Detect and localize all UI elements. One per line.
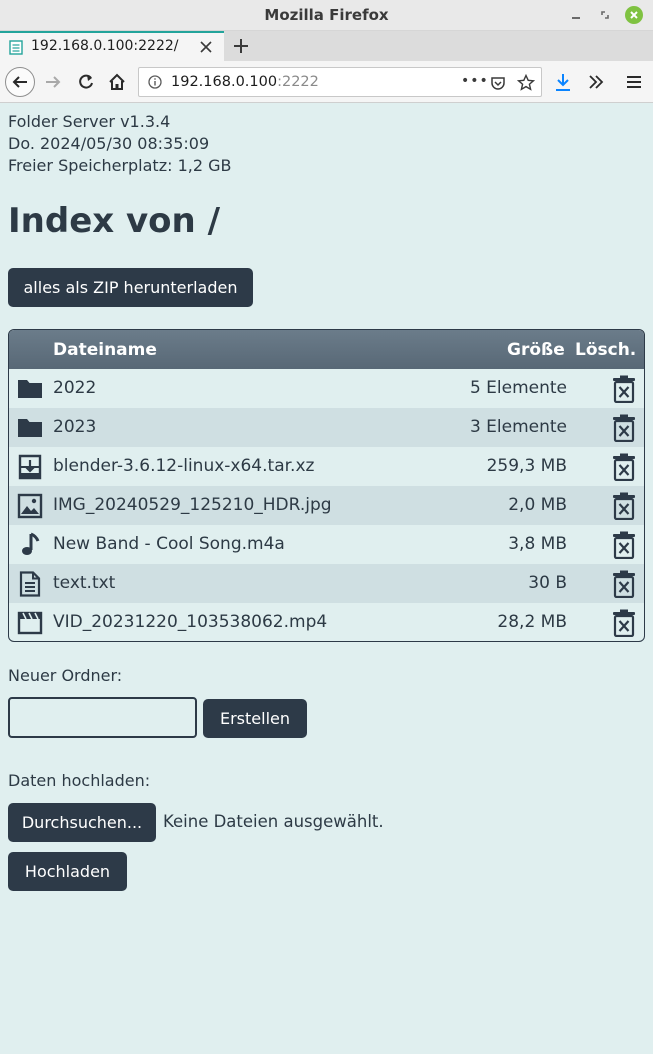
file-name-link[interactable]: VID_20231220_103538062.mp4: [53, 612, 327, 632]
no-file-selected-text: Keine Dateien ausgewählt.: [163, 812, 384, 831]
table-row[interactable]: 2022 5 Elemente: [9, 369, 644, 408]
close-window-button[interactable]: [625, 6, 643, 24]
reload-icon: [79, 74, 93, 89]
table-row[interactable]: blender-3.6.12-linux-x64.tar.xz 259,3 MB: [9, 447, 644, 486]
free-space: Freier Speicherplatz: 1,2 GB: [8, 156, 232, 175]
file-name-link[interactable]: IMG_20240529_125210_HDR.jpg: [53, 495, 332, 515]
pocket-icon[interactable]: [490, 75, 506, 91]
table-row[interactable]: VID_20231220_103538062.mp4 28,2 MB: [9, 603, 644, 641]
window-title: Mozilla Firefox: [264, 6, 389, 24]
page-favicon-icon: [9, 40, 23, 55]
table-row[interactable]: IMG_20240529_125210_HDR.jpg 2,0 MB: [9, 486, 644, 525]
trash-icon[interactable]: [612, 492, 636, 520]
browse-files-button[interactable]: Durchsuchen...: [8, 803, 156, 842]
navigation-toolbar: 192.168.0.100:2222 •••: [0, 61, 653, 103]
server-name: Folder Server v1.3.4: [8, 112, 171, 131]
close-icon: [630, 11, 638, 19]
trash-icon[interactable]: [612, 453, 636, 481]
trash-icon[interactable]: [612, 570, 636, 598]
tab-label: 192.168.0.100:2222/: [31, 38, 179, 54]
trash-icon[interactable]: [612, 414, 636, 442]
maximize-icon: [601, 11, 609, 19]
folder-icon: [18, 380, 42, 398]
create-folder-button[interactable]: Erstellen: [203, 699, 307, 738]
minimize-icon: [572, 17, 580, 19]
file-size: 30 B: [528, 573, 567, 593]
file-name-link[interactable]: 2022: [53, 378, 96, 398]
home-icon: [109, 73, 125, 90]
file-name-link[interactable]: blender-3.6.12-linux-x64.tar.xz: [53, 456, 314, 476]
music-note-icon: [22, 532, 40, 555]
table-header: Dateiname Größe Lösch.: [9, 330, 644, 369]
file-name-link[interactable]: New Band - Cool Song.m4a: [53, 534, 285, 554]
file-size: 3,8 MB: [508, 534, 567, 554]
page-content: Folder Server v1.3.4 Do. 2024/05/30 08:3…: [0, 103, 653, 1054]
archive-icon: [18, 454, 42, 480]
text-file-icon: [19, 571, 41, 597]
forward-arrow-icon: [46, 76, 61, 88]
trash-icon[interactable]: [612, 609, 636, 637]
reload-button[interactable]: [71, 67, 101, 97]
file-size: 3 Elemente: [469, 417, 567, 437]
upload-label: Daten hochladen:: [8, 771, 151, 790]
url-text: 192.168.0.100:2222: [171, 74, 319, 90]
download-icon[interactable]: [554, 73, 572, 93]
download-zip-button[interactable]: alles als ZIP herunterladen: [8, 268, 253, 307]
overflow-chevron-icon[interactable]: [587, 74, 605, 90]
maximize-button[interactable]: [596, 6, 614, 24]
video-icon: [17, 611, 43, 635]
file-size: 259,3 MB: [486, 456, 567, 476]
url-host: 192.168.0.100: [171, 74, 278, 90]
info-icon[interactable]: [148, 75, 162, 89]
back-button[interactable]: [5, 67, 35, 97]
upload-button[interactable]: Hochladen: [8, 852, 127, 891]
page-actions-menu[interactable]: •••: [461, 73, 489, 89]
file-table: Dateiname Größe Lösch. 2022 5 Elemente 2…: [8, 329, 645, 642]
table-row[interactable]: text.txt 30 B: [9, 564, 644, 603]
tab-bar: 192.168.0.100:2222/: [0, 31, 653, 61]
new-folder-label: Neuer Ordner:: [8, 666, 123, 685]
url-bar[interactable]: 192.168.0.100:2222 •••: [138, 67, 542, 97]
trash-icon[interactable]: [612, 375, 636, 403]
table-row[interactable]: 2023 3 Elemente: [9, 408, 644, 447]
folder-icon: [18, 419, 42, 437]
tab-close-icon[interactable]: [199, 40, 213, 54]
window-titlebar: Mozilla Firefox: [0, 0, 653, 31]
back-arrow-icon: [12, 76, 27, 88]
image-icon: [17, 493, 43, 519]
table-row[interactable]: New Band - Cool Song.m4a 3,8 MB: [9, 525, 644, 564]
url-port: :2222: [277, 74, 319, 90]
browser-tab[interactable]: 192.168.0.100:2222/: [0, 31, 224, 61]
home-button[interactable]: [102, 67, 132, 97]
server-datetime: Do. 2024/05/30 08:35:09: [8, 134, 210, 153]
bookmark-star-icon[interactable]: [517, 74, 535, 92]
header-size[interactable]: Größe: [507, 340, 565, 360]
forward-button[interactable]: [38, 67, 68, 97]
hamburger-menu-icon[interactable]: [626, 75, 642, 89]
minimize-button[interactable]: [567, 6, 585, 24]
file-size: 5 Elemente: [469, 378, 567, 398]
new-folder-input[interactable]: [8, 697, 197, 738]
page-title: Index von /: [8, 201, 221, 241]
file-size: 28,2 MB: [497, 612, 567, 632]
header-filename[interactable]: Dateiname: [53, 340, 157, 360]
header-delete: Lösch.: [575, 340, 637, 360]
file-name-link[interactable]: text.txt: [53, 573, 115, 593]
trash-icon[interactable]: [612, 531, 636, 559]
file-size: 2,0 MB: [508, 495, 567, 515]
new-tab-icon[interactable]: [231, 36, 251, 56]
file-name-link[interactable]: 2023: [53, 417, 96, 437]
